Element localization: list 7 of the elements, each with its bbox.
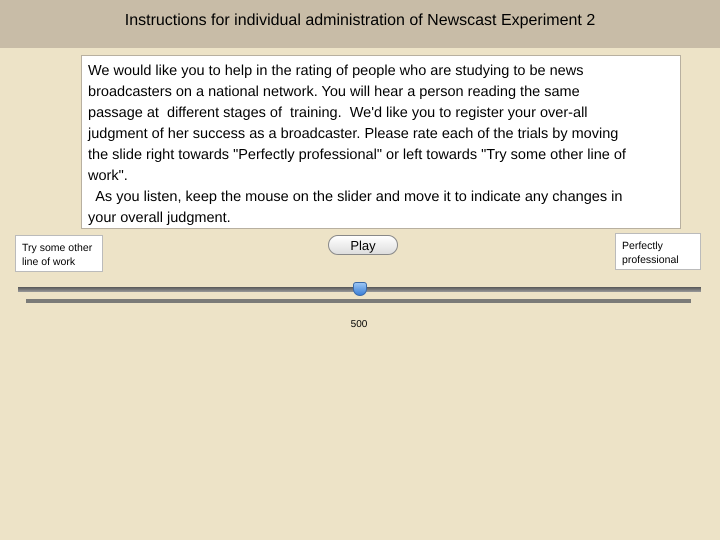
right-anchor-label: Perfectly professional (615, 233, 701, 270)
slider-reading: 500 (350, 319, 368, 330)
play-button[interactable]: Play (328, 235, 398, 255)
window-title: Instructions for individual administration of Newscast Experiment 2 (124, 12, 596, 31)
instructions-text: We would like you to help in the rating of people who are studying to be news broadcasters on a national network. You will hear a person reading the same passage at different stages of training. We'd like you to register your over-all judgment of her success as a broadcaster. Please rate each of the trials by moving the slide right towards "Perfectly professional" or left towards "Try some other line of work". As you listen, keep the mouse on the slider and move it to indicate any changes in your overall judgment. (81, 55, 681, 229)
left-anchor-label: Try some other line of work (15, 235, 103, 272)
slider-thumb[interactable] (352, 282, 366, 296)
